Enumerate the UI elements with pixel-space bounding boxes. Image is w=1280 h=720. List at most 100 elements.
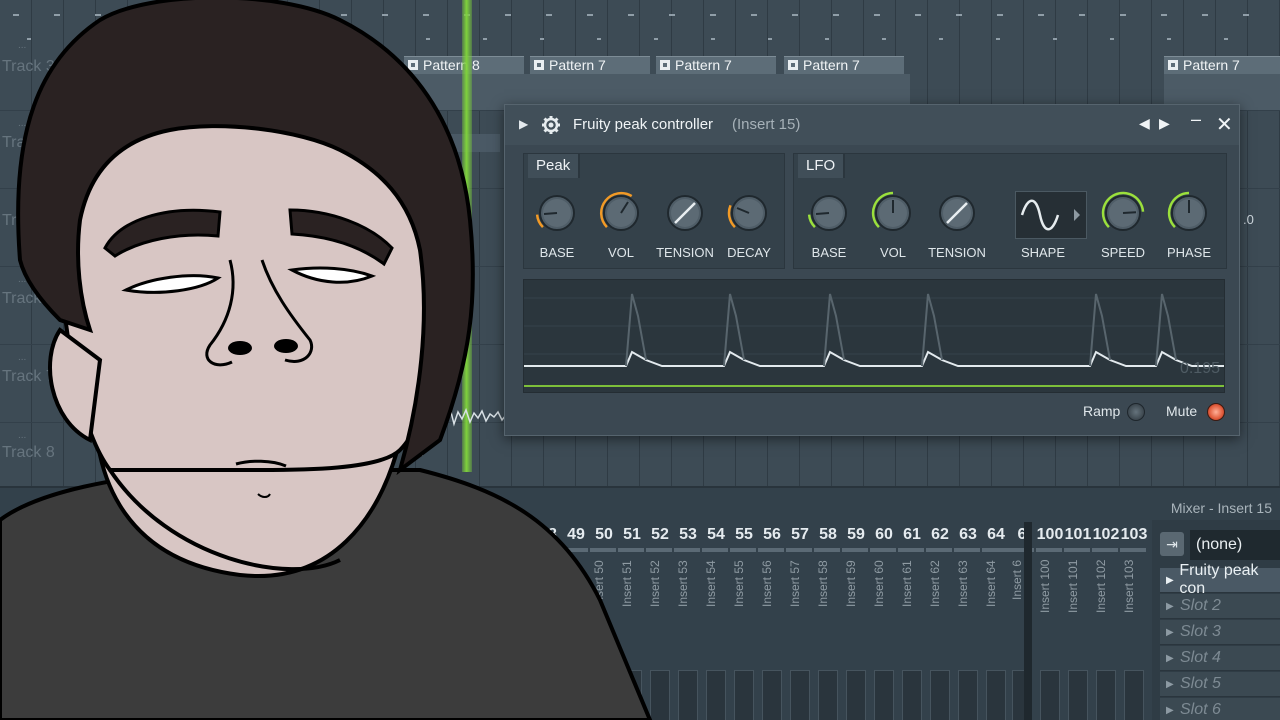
strip-header (842, 548, 868, 552)
knob-phase[interactable]: PHASE (1159, 183, 1219, 263)
strip-name: Insert 53 (676, 560, 690, 607)
volume-fader[interactable] (818, 670, 838, 720)
knob-tension[interactable]: TENSION (655, 183, 715, 263)
knob-dial[interactable] (935, 191, 979, 235)
knob-dial[interactable] (1167, 191, 1211, 235)
pattern-label: Pattern 7 (803, 57, 860, 73)
ramp-toggle[interactable] (1127, 403, 1145, 421)
strip-name: Insert 60 (872, 560, 886, 607)
mixer-strip[interactable]: 103 Insert 103 (1120, 526, 1147, 720)
strip-header (814, 548, 840, 552)
routing-icon[interactable]: ⇥ (1160, 532, 1184, 556)
knob-dial[interactable] (727, 191, 771, 235)
strip-name: Insert 55 (732, 560, 746, 607)
fx-slot[interactable]: ▶ Slot 3 (1160, 620, 1280, 645)
volume-fader[interactable] (1096, 670, 1116, 720)
mixer-strip[interactable]: 62 Insert 62 (926, 526, 952, 720)
volume-fader[interactable] (930, 670, 950, 720)
volume-fader[interactable] (762, 670, 782, 720)
knob-speed[interactable]: SPEED (1093, 183, 1153, 263)
strip-number: 101 (1064, 526, 1092, 543)
strip-number: 55 (735, 526, 753, 543)
knob-label: VOL (879, 245, 906, 260)
mixer-strip[interactable]: 59 Insert 59 (842, 526, 868, 720)
strip-name: Insert 103 (1122, 560, 1136, 614)
fx-slot[interactable]: ▶ Slot 4 (1160, 646, 1280, 671)
fx-slot[interactable]: ▶ Fruity peak con (1160, 562, 1280, 597)
next-preset-button[interactable]: ▶ (1159, 115, 1170, 132)
pattern-label: Pattern 7 (675, 57, 732, 73)
mixer-strip[interactable]: 53 Insert 53 (674, 526, 700, 720)
pattern-icon (1168, 60, 1178, 70)
value-fragment: .0 (1243, 212, 1254, 227)
strip-number: 58 (819, 526, 837, 543)
volume-fader[interactable] (958, 670, 978, 720)
lfo-tab: LFO (798, 154, 846, 178)
knob-dial[interactable] (807, 191, 851, 235)
strip-number: 64 (987, 526, 1005, 543)
volume-fader[interactable] (1068, 670, 1088, 720)
slot-label: Slot 5 (1180, 675, 1221, 692)
knob-dial[interactable] (663, 191, 707, 235)
prev-preset-button[interactable]: ◀ (1139, 115, 1150, 132)
mixer-strip[interactable]: 55 Insert 55 (730, 526, 756, 720)
knob-base[interactable]: BASE (799, 183, 859, 263)
strip-name: Insert 61 (900, 560, 914, 607)
minimize-button[interactable]: – (1191, 109, 1201, 130)
pattern-clip[interactable]: Pattern 7 (784, 56, 904, 75)
strip-number: 62 (931, 526, 949, 543)
strip-name: Insert 63 (956, 560, 970, 607)
mixer-strip[interactable]: 60 Insert 60 (870, 526, 896, 720)
fx-slot[interactable]: ▶ Slot 2 (1160, 594, 1280, 619)
strip-header (926, 548, 952, 552)
strip-number: 61 (903, 526, 921, 543)
mixer-strip[interactable]: 58 Insert 58 (814, 526, 840, 720)
volume-fader[interactable] (874, 670, 894, 720)
mixer-strip[interactable]: 61 Insert 61 (898, 526, 924, 720)
close-button[interactable]: ✕ (1216, 112, 1233, 137)
mixer-strip[interactable]: 54 Insert 54 (702, 526, 728, 720)
input-select[interactable]: (none) (1190, 530, 1280, 560)
volume-fader[interactable] (902, 670, 922, 720)
mixer-strip[interactable]: 63 Insert 63 (954, 526, 980, 720)
knob-dial[interactable] (1101, 191, 1145, 235)
strip-name: Insert 101 (1066, 560, 1080, 614)
volume-fader[interactable] (790, 670, 810, 720)
knob-dial[interactable] (871, 191, 915, 235)
mixer-strip[interactable]: 100 Insert 100 (1036, 526, 1063, 720)
strip-number: 60 (875, 526, 893, 543)
strip-name: Insert 102 (1094, 560, 1108, 614)
mixer-strip[interactable]: 102 Insert 102 (1092, 526, 1119, 720)
mute-toggle[interactable] (1207, 403, 1225, 421)
knob-vol[interactable]: VOL (863, 183, 923, 263)
pattern-clip[interactable]: Pattern 7 (1164, 56, 1280, 75)
mixer-strip[interactable]: 56 Insert 56 (758, 526, 784, 720)
strip-number: 59 (847, 526, 865, 543)
volume-fader[interactable] (846, 670, 866, 720)
slot-label: Slot 6 (1180, 701, 1221, 718)
expand-icon: ▶ (1166, 704, 1174, 716)
mixer-strip[interactable]: 64 Insert 64 (982, 526, 1008, 720)
fx-slot[interactable]: ▶ Slot 5 (1160, 672, 1280, 697)
strip-header (954, 548, 980, 552)
knob-label: DECAY (727, 245, 771, 260)
volume-fader[interactable] (1040, 670, 1060, 720)
mixer-strip[interactable]: 101 Insert 101 (1064, 526, 1092, 720)
fx-slot[interactable]: ▶ Slot 6 (1160, 698, 1280, 720)
volume-fader[interactable] (986, 670, 1006, 720)
volume-fader[interactable] (734, 670, 754, 720)
knob-tension[interactable]: TENSION (927, 183, 987, 263)
expand-icon: ▶ (1166, 600, 1174, 612)
volume-fader[interactable] (678, 670, 698, 720)
expand-icon: ▶ (1166, 678, 1174, 690)
mixer-strip[interactable]: 57 Insert 57 (786, 526, 812, 720)
strip-name: Insert 57 (788, 560, 802, 607)
shape-selector[interactable] (1015, 191, 1087, 239)
knob-decay[interactable]: DECAY (719, 183, 779, 263)
volume-fader[interactable] (1124, 670, 1144, 720)
mixer-divider[interactable] (1024, 522, 1032, 720)
cartoon-avatar (0, 0, 653, 720)
pattern-clip[interactable]: Pattern 7 (656, 56, 776, 75)
volume-fader[interactable] (706, 670, 726, 720)
strip-header (1064, 548, 1090, 552)
